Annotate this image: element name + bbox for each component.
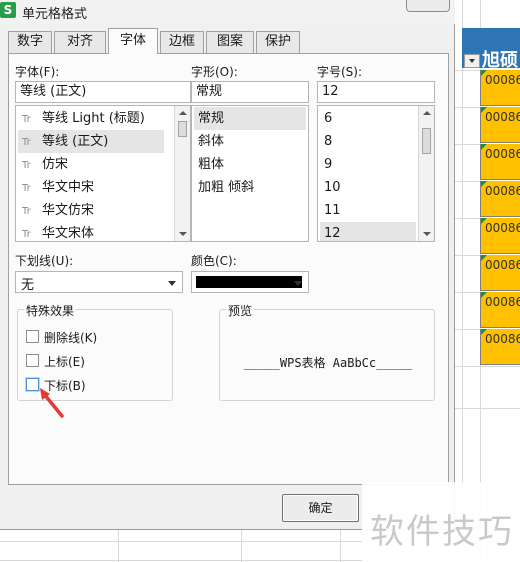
font-list[interactable]: Tr 等线 Light (标题) Tr 等线 (正文) Tr 仿宋 Tr 华文中宋 Tr… [15, 105, 191, 242]
dialog-titlebar[interactable]: S 单元格格式 [0, 0, 455, 24]
list-item[interactable]: Tr 仿宋 [18, 153, 174, 176]
list-item[interactable]: Tr 华文宋体 [18, 222, 174, 241]
scroll-down-icon[interactable] [179, 232, 187, 236]
list-item[interactable]: Tr 华文中宋 [18, 176, 174, 199]
checkbox-box[interactable] [26, 354, 39, 367]
table-cell[interactable]: 00086 [480, 292, 520, 328]
column-header[interactable]: 旭硕 [462, 28, 520, 71]
scroll-thumb[interactable] [422, 128, 431, 154]
watermark: 软件技巧 [362, 482, 520, 562]
color-label: 颜色(C): [191, 254, 237, 268]
table-cell[interactable]: 00086 [480, 107, 520, 143]
grid-line [462, 0, 463, 562]
preview-group-title: 预览 [226, 302, 255, 319]
list-item[interactable]: 9 [320, 153, 416, 176]
list-item[interactable]: Tr 华文仿宋 [18, 199, 174, 222]
list-item[interactable]: Tr 等线 (正文) [18, 130, 164, 153]
font-tab-panel: 字体(F): 等线 (正文) Tr 等线 Light (标题) Tr 等线 (正文)… [8, 53, 449, 485]
effects-group-title: 特殊效果 [24, 302, 77, 319]
tab-protection[interactable]: 保护 [256, 31, 300, 53]
font-size-input[interactable]: 12 [317, 81, 435, 103]
font-list-scrollbar[interactable] [174, 106, 190, 241]
font-size-label: 字号(S): [317, 65, 363, 79]
truetype-font-icon: Tr [22, 114, 31, 125]
font-name-input[interactable]: 等线 (正文) [15, 81, 191, 103]
table-cell[interactable]: 00086 [480, 70, 520, 106]
list-item[interactable]: 12 [320, 222, 416, 241]
font-style-label: 字形(O): [191, 65, 238, 79]
tab-font[interactable]: 字体 [108, 28, 158, 54]
list-item[interactable]: 6 [320, 107, 416, 130]
underline-label: 下划线(U): [15, 254, 74, 268]
preview-text: _____WPS表格 AaBbCc_____ [243, 356, 413, 370]
red-arrow-annotation [40, 388, 64, 418]
wps-app-icon: S [0, 2, 16, 18]
truetype-font-icon: Tr [22, 160, 31, 171]
table-cell[interactable]: 00086 [480, 144, 520, 180]
font-size-list[interactable]: 6 8 9 10 11 12 [317, 105, 435, 242]
column-header-label: 旭硕 [482, 50, 518, 71]
scroll-up-icon[interactable] [423, 111, 431, 115]
truetype-font-icon: Tr [22, 137, 31, 148]
filter-dropdown-icon[interactable] [464, 54, 480, 68]
chevron-down-icon [168, 281, 176, 286]
scroll-down-icon[interactable] [423, 232, 431, 236]
dialog-title: 单元格格式 [22, 7, 88, 22]
tab-alignment[interactable]: 对齐 [54, 31, 106, 53]
list-item[interactable]: 11 [320, 199, 416, 222]
preview-group: 预览 _____WPS表格 AaBbCc_____ [219, 302, 435, 401]
scroll-up-icon[interactable] [179, 111, 187, 115]
ok-button[interactable]: 确定 [282, 494, 359, 522]
list-item[interactable]: 10 [320, 176, 416, 199]
list-item[interactable]: Tr 等线 Light (标题) [18, 107, 174, 130]
list-item[interactable]: 斜体 [194, 130, 306, 153]
font-size-scrollbar[interactable] [418, 106, 434, 241]
list-item[interactable]: 8 [320, 130, 416, 153]
font-label: 字体(F): [15, 65, 60, 79]
underline-select[interactable]: 无 [15, 271, 183, 293]
color-swatch [196, 276, 302, 288]
table-cell[interactable]: 00086 [480, 255, 520, 291]
font-style-input[interactable]: 常规 [191, 81, 309, 103]
checkbox-box[interactable] [26, 330, 39, 343]
table-cell[interactable]: 00086 [480, 329, 520, 365]
truetype-font-icon: Tr [22, 183, 31, 194]
tab-number[interactable]: 数字 [8, 31, 52, 53]
tab-border[interactable]: 边框 [160, 31, 204, 53]
color-picker[interactable] [191, 271, 309, 293]
list-item[interactable]: 粗体 [194, 153, 306, 176]
font-style-list[interactable]: 常规 斜体 粗体 加粗 倾斜 [191, 105, 309, 242]
tab-pattern[interactable]: 图案 [206, 31, 254, 53]
chevron-down-icon [294, 281, 302, 286]
list-item[interactable]: 加粗 倾斜 [194, 176, 306, 199]
close-button[interactable] [406, 0, 450, 12]
truetype-font-icon: Tr [22, 229, 31, 240]
truetype-font-icon: Tr [22, 206, 31, 217]
table-cell[interactable]: 00086 [480, 218, 520, 254]
format-cells-dialog: S 单元格格式 数字 对齐 字体 边框 图案 保护 字体(F): 等线 (正文)… [0, 0, 455, 530]
table-cell[interactable]: 00086 [480, 181, 520, 217]
scroll-thumb[interactable] [178, 121, 187, 137]
list-item[interactable]: 常规 [194, 107, 306, 130]
